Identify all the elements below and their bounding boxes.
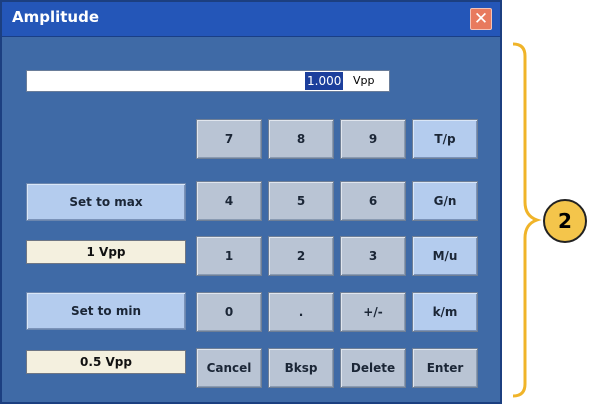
amplitude-dialog: Amplitude ✕ 1.000 Vpp 7 8 9 T/p 4 5 6 G/… bbox=[0, 0, 502, 404]
key-9[interactable]: 9 bbox=[340, 119, 406, 159]
max-value-display: 1 Vpp bbox=[26, 240, 186, 264]
key-giga-nano[interactable]: G/n bbox=[412, 181, 478, 221]
key-5[interactable]: 5 bbox=[268, 181, 334, 221]
callout-number-badge: 2 bbox=[543, 199, 587, 243]
key-kilo-milli[interactable]: k/m bbox=[412, 292, 478, 332]
key-mega-micro[interactable]: M/u bbox=[412, 236, 478, 276]
enter-button[interactable]: Enter bbox=[412, 348, 478, 388]
key-tera-pico[interactable]: T/p bbox=[412, 119, 478, 159]
close-icon: ✕ bbox=[473, 9, 489, 29]
close-button[interactable]: ✕ bbox=[470, 8, 492, 30]
delete-button[interactable]: Delete bbox=[340, 348, 406, 388]
key-7[interactable]: 7 bbox=[196, 119, 262, 159]
key-4[interactable]: 4 bbox=[196, 181, 262, 221]
set-to-min-button[interactable]: Set to min bbox=[26, 292, 186, 330]
key-decimal-point[interactable]: . bbox=[268, 292, 334, 332]
title-bar[interactable]: Amplitude ✕ bbox=[2, 2, 500, 37]
amplitude-input-value: 1.000 bbox=[305, 72, 344, 90]
key-2[interactable]: 2 bbox=[268, 236, 334, 276]
key-8[interactable]: 8 bbox=[268, 119, 334, 159]
key-0[interactable]: 0 bbox=[196, 292, 262, 332]
key-6[interactable]: 6 bbox=[340, 181, 406, 221]
set-to-max-button[interactable]: Set to max bbox=[26, 183, 186, 221]
amplitude-input-unit: Vpp bbox=[353, 74, 375, 87]
right-brace bbox=[512, 42, 542, 398]
key-3[interactable]: 3 bbox=[340, 236, 406, 276]
dialog-title: Amplitude bbox=[12, 8, 100, 26]
min-value-display: 0.5 Vpp bbox=[26, 350, 186, 374]
backspace-button[interactable]: Bksp bbox=[268, 348, 334, 388]
amplitude-input-field[interactable]: 1.000 Vpp bbox=[26, 70, 390, 92]
key-plus-minus[interactable]: +/- bbox=[340, 292, 406, 332]
cancel-button[interactable]: Cancel bbox=[196, 348, 262, 388]
key-1[interactable]: 1 bbox=[196, 236, 262, 276]
